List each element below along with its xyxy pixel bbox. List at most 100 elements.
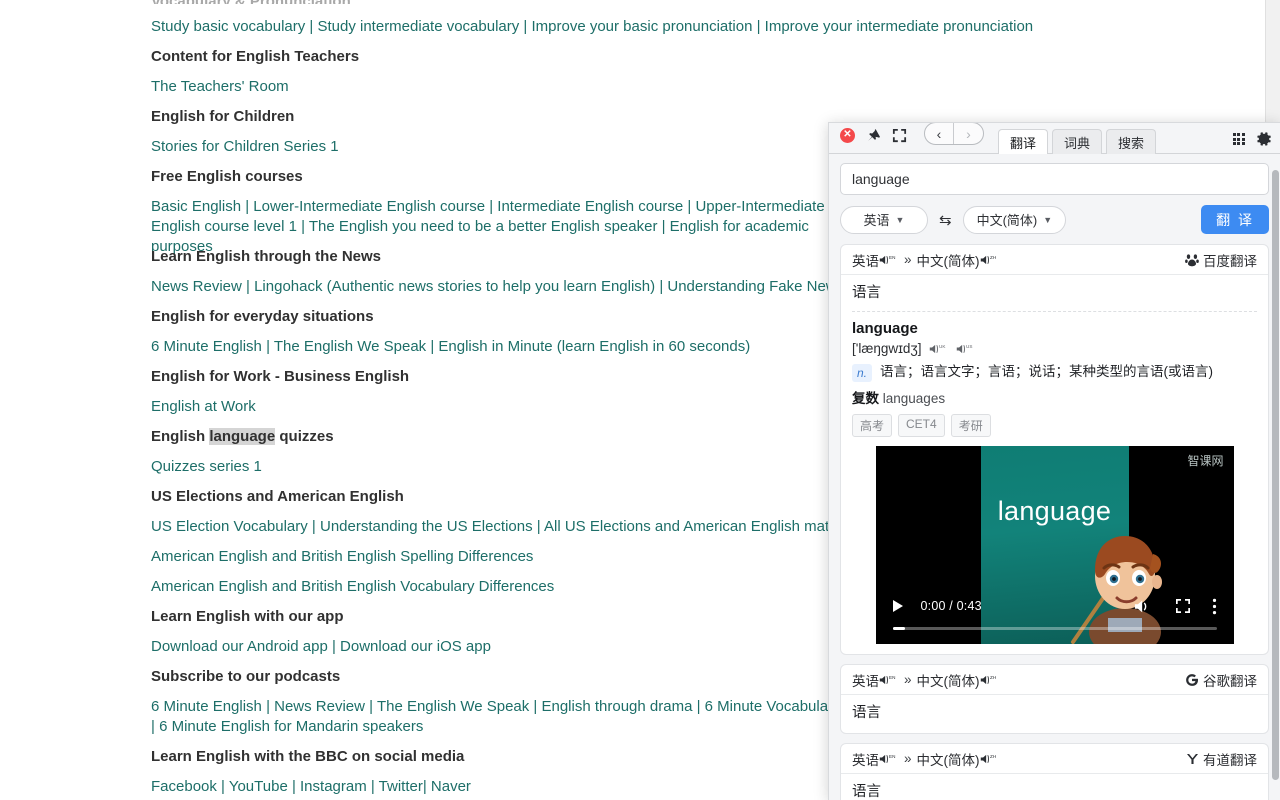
search-row xyxy=(829,154,1280,195)
card-header: 英语 EN » 中文(简体) ZH xyxy=(841,245,1268,275)
definition-row: n. 语言；语言文字；言语；说话；某种类型的言语(或语言) xyxy=(852,362,1257,382)
work-heading: English for Work - Business English xyxy=(151,368,410,385)
result-card-youdao: 英语 EN » 中文(简体) ZH 有道翻译 语言 xyxy=(840,743,1269,800)
translator-popup: ✕ ‹ › 翻译 词典 搜索 language 英语 ▼ ⇆ 中文(简体) ▼ … xyxy=(828,122,1280,800)
baidu-translation: 语言 xyxy=(852,285,881,301)
swap-languages-icon[interactable]: ⇆ xyxy=(939,211,952,229)
video-control-row: 0:00 / 0:43 xyxy=(892,594,1217,618)
video-word-label: language xyxy=(997,496,1112,526)
podcasts-links[interactable]: 6 Minute English | News Review | The Eng… xyxy=(151,697,841,737)
quizzes-heading-pre: English xyxy=(151,428,210,445)
elections-links[interactable]: US Election Vocabulary | Understanding t… xyxy=(151,517,858,537)
youdao-y-icon xyxy=(1186,753,1199,764)
part-of-speech-badge: n. xyxy=(852,364,873,382)
back-button[interactable]: ‹ xyxy=(925,123,954,144)
page-row: Study basic vocabulary | Study intermedi… xyxy=(151,12,1280,42)
chevron-down-icon: ▼ xyxy=(1043,214,1053,225)
speak-uk-icon[interactable]: UK xyxy=(929,342,949,356)
nav-buttons-group: ‹ › xyxy=(924,123,984,145)
children-heading: English for Children xyxy=(151,108,295,125)
definition-text: 语言；语言文字；言语；说话；某种类型的言语(或语言) xyxy=(880,364,1214,379)
brand-google[interactable]: 谷歌翻译 xyxy=(1185,670,1257,690)
plural-label: 复数 xyxy=(852,391,879,406)
target-language-label: 中文(简体) xyxy=(976,213,1038,228)
translate-button[interactable]: 翻 译 xyxy=(1201,205,1269,234)
work-links[interactable]: English at Work xyxy=(151,397,256,417)
page-row: The Teachers' Room xyxy=(151,72,1280,102)
page-row: Content for English Teachers xyxy=(151,42,1280,72)
speak-target-icon[interactable]: ZH xyxy=(980,752,1000,766)
social-heading: Learn English with the BBC on social med… xyxy=(151,748,465,765)
teachers-links[interactable]: The Teachers' Room xyxy=(151,77,289,97)
speak-us-icon[interactable]: US xyxy=(956,342,976,356)
pin-button[interactable] xyxy=(865,127,882,144)
video-progress-played xyxy=(892,627,905,630)
svg-text:ZH: ZH xyxy=(990,675,996,680)
result-card-baidu: 英语 EN » 中文(简体) ZH 百度翻译 语言 language ['læŋ… xyxy=(840,244,1269,655)
volume-icon[interactable] xyxy=(1134,598,1154,615)
app-links[interactable]: Download our Android app | Download our … xyxy=(151,637,491,657)
brand-google-label: 谷歌翻译 xyxy=(1203,673,1257,689)
popup-toolbar: ✕ ‹ › 翻译 词典 搜索 xyxy=(829,123,1280,154)
target-lang-label: 中文(简体) xyxy=(916,673,980,689)
tab-dictionary[interactable]: 词典 xyxy=(1052,129,1103,154)
tab-translate[interactable]: 翻译 xyxy=(998,129,1049,154)
tab-search[interactable]: 搜索 xyxy=(1106,129,1157,154)
direction-arrow: » xyxy=(904,672,912,687)
google-translation: 语言 xyxy=(852,705,881,721)
news-links[interactable]: News Review | Lingohack (Authentic news … xyxy=(151,277,844,297)
forward-button[interactable]: › xyxy=(954,123,983,144)
phonetic-row: ['læŋgwɪdʒ] UK US xyxy=(852,341,1257,356)
fullscreen-icon[interactable] xyxy=(1175,598,1191,614)
quizzes-heading: English language quizzes xyxy=(151,427,334,447)
children-links[interactable]: Stories for Children Series 1 xyxy=(151,137,339,157)
app-heading: Learn English with our app xyxy=(151,608,344,625)
svg-text:EN: EN xyxy=(889,255,895,260)
video-time-display: 0:00 / 0:43 xyxy=(920,599,982,613)
source-language-label: 英语 xyxy=(863,213,890,228)
brand-baidu[interactable]: 百度翻译 xyxy=(1185,250,1257,270)
plural-value: languages xyxy=(882,391,946,406)
brand-youdao-label: 有道翻译 xyxy=(1203,752,1257,768)
toolbar-left-controls: ✕ ‹ › xyxy=(839,123,984,153)
podcasts-heading: Subscribe to our podcasts xyxy=(151,668,341,685)
speak-target-icon[interactable]: ZH xyxy=(980,253,1000,267)
vocab-diff-link[interactable]: American English and British English Voc… xyxy=(151,577,554,597)
exam-tag: 考研 xyxy=(950,414,991,437)
dictionary-word: language xyxy=(852,320,918,337)
search-input[interactable] xyxy=(840,163,1269,195)
expand-button[interactable] xyxy=(891,127,908,144)
exam-tag: 高考 xyxy=(852,414,893,437)
spelling-diff-link[interactable]: American English and British English Spe… xyxy=(151,547,533,567)
svg-text:EN: EN xyxy=(889,675,895,680)
social-links[interactable]: Facebook | YouTube | Instagram | Twitter… xyxy=(151,777,471,797)
youdao-translation: 语言 xyxy=(852,784,881,800)
brand-youdao[interactable]: 有道翻译 xyxy=(1186,749,1257,769)
elections-heading: US Elections and American English xyxy=(151,488,404,505)
video-player[interactable]: 智课网 language 0:00 / 0:43 xyxy=(875,446,1234,644)
target-language-select[interactable]: 中文(简体) ▼ xyxy=(962,205,1067,234)
everyday-links[interactable]: 6 Minute English | The English We Speak … xyxy=(151,337,750,357)
toolbar-right-controls xyxy=(1232,131,1272,153)
teachers-heading: Content for English Teachers xyxy=(151,48,360,65)
google-g-icon xyxy=(1186,673,1198,686)
card-body: 语言 xyxy=(841,695,1268,733)
speak-source-icon[interactable]: EN xyxy=(879,752,899,766)
speak-source-icon[interactable]: EN xyxy=(879,673,899,687)
popup-scrollbar[interactable] xyxy=(1271,154,1280,800)
play-icon[interactable] xyxy=(892,600,903,612)
gear-icon[interactable] xyxy=(1256,131,1272,147)
speak-source-icon[interactable]: EN xyxy=(879,253,899,267)
popup-scrollbar-thumb[interactable] xyxy=(1272,170,1279,780)
clipped-heading: Vocabulary & Pronunciation xyxy=(151,0,1280,4)
source-language-select[interactable]: 英语 ▼ xyxy=(840,205,928,234)
video-right-controls xyxy=(1134,598,1217,615)
speak-target-icon[interactable]: ZH xyxy=(980,673,1000,687)
video-progress-bar[interactable] xyxy=(892,627,1217,630)
close-button[interactable]: ✕ xyxy=(839,127,856,144)
vocab-links[interactable]: Study basic vocabulary | Study intermedi… xyxy=(151,17,1033,37)
more-vertical-icon[interactable] xyxy=(1212,598,1217,615)
brand-baidu-label: 百度翻译 xyxy=(1203,253,1257,269)
grid-apps-icon[interactable] xyxy=(1232,132,1245,146)
quizzes-links[interactable]: Quizzes series 1 xyxy=(151,457,262,477)
